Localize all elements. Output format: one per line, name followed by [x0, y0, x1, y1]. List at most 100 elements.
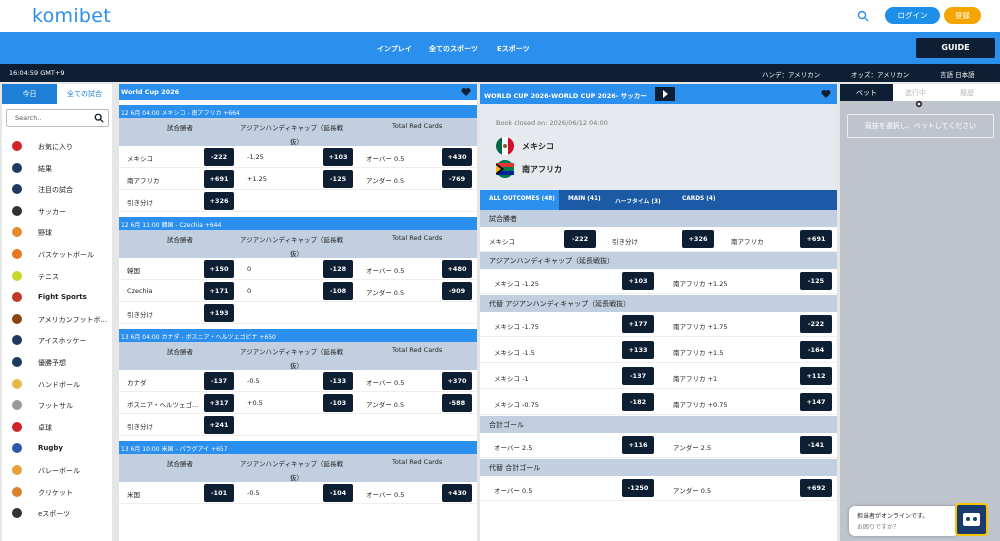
odds-button[interactable]: -909: [442, 282, 472, 300]
tab-all-outcomes[interactable]: ALL OUTCOMES (48): [489, 196, 555, 202]
odds-button[interactable]: +103: [323, 148, 353, 166]
heart-icon[interactable]: [821, 89, 831, 99]
odds-button[interactable]: +193: [204, 304, 234, 322]
odds-button[interactable]: +370: [442, 372, 472, 390]
odds-button[interactable]: -125: [323, 170, 353, 188]
tab-all-matches[interactable]: 全ての試合: [57, 84, 112, 104]
heart-icon[interactable]: [461, 87, 471, 97]
odds-button[interactable]: -133: [323, 372, 353, 390]
odds-button[interactable]: +430: [442, 484, 472, 502]
sidebar-item[interactable]: お気に入り: [2, 136, 112, 157]
login-button[interactable]: ログイン: [885, 7, 940, 24]
sidebar-item[interactable]: ハンドボール: [2, 374, 112, 395]
sidebar-item[interactable]: 注目の試合: [2, 179, 112, 200]
odds-button[interactable]: -137: [622, 367, 654, 385]
language-select[interactable]: 言語 日本語: [940, 69, 975, 79]
odds-button[interactable]: -141: [800, 436, 832, 454]
league-header[interactable]: World Cup 2026: [119, 84, 477, 100]
logo[interactable]: komibet: [32, 5, 111, 27]
tab-in-progress[interactable]: 進行中: [905, 88, 926, 98]
odds-button[interactable]: -769: [442, 170, 472, 188]
match-header[interactable]: 13 6月 04:00 カナダ - ボスニア・ヘルツェゴビナ +650: [119, 329, 477, 342]
register-button[interactable]: 登録: [944, 7, 981, 24]
match-header[interactable]: 13 6月 10:00 米国 - パラグアイ +657: [119, 441, 477, 454]
nav-inplay[interactable]: インプレイ: [377, 44, 412, 54]
tab-main[interactable]: MAIN (41): [568, 196, 601, 202]
chat-bot-icon[interactable]: [955, 503, 988, 536]
odds-button[interactable]: -222: [800, 315, 832, 333]
odds-button[interactable]: -104: [323, 484, 353, 502]
odds-button[interactable]: -103: [323, 394, 353, 412]
odds-button[interactable]: -128: [323, 260, 353, 278]
odds-button[interactable]: -164: [800, 341, 832, 359]
settings-icon[interactable]: [914, 99, 924, 109]
match-header[interactable]: 12 6月 04:00 メキシコ - 南アフリカ +664: [119, 105, 477, 118]
table-row: 韓国 +150 0 -128 オーバー 0.5 +480: [119, 258, 477, 280]
odds-button[interactable]: +177: [622, 315, 654, 333]
sidebar-item[interactable]: バスケットボール: [2, 244, 112, 265]
odds-button[interactable]: -588: [442, 394, 472, 412]
odds-button[interactable]: -125: [800, 272, 832, 290]
sidebar-item[interactable]: クリケット: [2, 482, 112, 503]
sidebar-item[interactable]: eスポーツ: [2, 503, 112, 524]
handicap-select[interactable]: ハンデ：アメリカン: [762, 69, 820, 79]
odds-button[interactable]: +691: [204, 170, 234, 188]
odds-select[interactable]: オッズ：アメリカン: [851, 69, 909, 79]
odds-button[interactable]: +112: [800, 367, 832, 385]
play-button[interactable]: [655, 87, 675, 101]
sidebar-item-label: 優勝予想: [38, 359, 66, 367]
sidebar-item[interactable]: Fight Sports: [2, 287, 112, 308]
odds-button[interactable]: +133: [622, 341, 654, 359]
odds-button[interactable]: +147: [800, 393, 832, 411]
tab-cards[interactable]: CARDS (4): [682, 196, 716, 202]
odds-button[interactable]: -108: [323, 282, 353, 300]
column-header: 試合勝者: [167, 236, 193, 244]
nav-esports[interactable]: Eスポーツ: [497, 44, 530, 54]
sidebar-item[interactable]: アイスホッケー: [2, 330, 112, 351]
odds-button[interactable]: +430: [442, 148, 472, 166]
odds-button[interactable]: +171: [204, 282, 234, 300]
odds-button[interactable]: +326: [204, 192, 234, 210]
outcome-label: メキシコ -0.75: [494, 401, 539, 409]
odds-button[interactable]: +480: [442, 260, 472, 278]
tab-halftime[interactable]: ハーフタイム (3): [615, 196, 661, 205]
column-header: アジアンハンディキャップ（延長戦: [240, 124, 344, 132]
match-header[interactable]: 12 6月 11:00 韓国 - Czechia +644: [119, 217, 477, 230]
tab-history[interactable]: 履歴: [960, 88, 974, 98]
sidebar-item[interactable]: バレーボール: [2, 460, 112, 481]
odds-button[interactable]: +241: [204, 416, 234, 434]
sidebar-item[interactable]: サッカー: [2, 201, 112, 222]
odds-button[interactable]: +116: [622, 436, 654, 454]
sidebar-item[interactable]: テニス: [2, 266, 112, 287]
search-input[interactable]: Search..: [6, 109, 109, 127]
sidebar-item[interactable]: Rugby: [2, 438, 112, 459]
odds-button[interactable]: -137: [204, 372, 234, 390]
odds-button[interactable]: +691: [800, 230, 832, 248]
handicap-line: -0.5: [247, 489, 260, 497]
odds-button[interactable]: +326: [682, 230, 714, 248]
odds-button[interactable]: +692: [800, 479, 832, 497]
tab-bet[interactable]: ベット: [856, 88, 877, 98]
nav-all-sports[interactable]: 全てのスポーツ: [429, 44, 478, 54]
guide-button[interactable]: GUIDE: [916, 38, 995, 58]
sidebar-item[interactable]: フットサル: [2, 395, 112, 416]
sidebar-item[interactable]: 野球: [2, 222, 112, 243]
odds-button[interactable]: +150: [204, 260, 234, 278]
odds-button[interactable]: +103: [622, 272, 654, 290]
tab-today[interactable]: 今日: [2, 84, 57, 104]
odds-button[interactable]: -222: [204, 148, 234, 166]
sidebar-item[interactable]: 結果: [2, 158, 112, 179]
betslip-empty-message: 競技を選択し、ベットしてください: [847, 114, 994, 138]
search-icon[interactable]: [857, 10, 869, 22]
odds-button[interactable]: +317: [204, 394, 234, 412]
odds-button[interactable]: -101: [204, 484, 234, 502]
odds-button[interactable]: -1250: [622, 479, 654, 497]
outcome-label: メキシコ: [489, 238, 515, 246]
odds-button[interactable]: -222: [564, 230, 596, 248]
sidebar-item[interactable]: 優勝予想: [2, 352, 112, 373]
odds-button[interactable]: -182: [622, 393, 654, 411]
chat-bubble[interactable]: 担当者がオンラインです。 お困りですか？: [849, 506, 959, 536]
table-row: 引き分け +326: [119, 190, 477, 212]
sidebar-item[interactable]: 卓球: [2, 417, 112, 438]
sidebar-item[interactable]: アメリカンフットボ...: [2, 309, 112, 330]
